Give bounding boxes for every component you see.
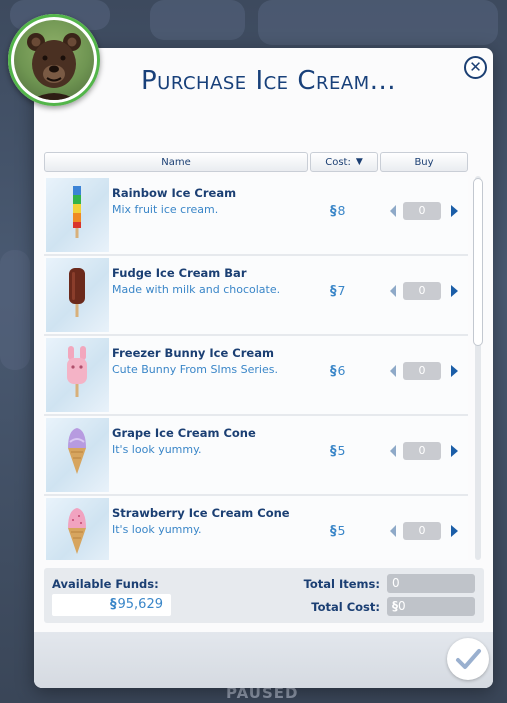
- bunny-popsicle-icon: [46, 338, 109, 412]
- column-header-name[interactable]: Name: [44, 152, 308, 172]
- decrease-quantity-button[interactable]: [390, 205, 396, 217]
- list-scrollbar[interactable]: [473, 176, 483, 560]
- item-name: Freezer Bunny Ice Cream: [112, 346, 274, 360]
- dialog-title: Purchase Ice Cream...: [141, 66, 396, 96]
- sort-down-icon: ▼: [355, 157, 363, 167]
- scroll-thumb[interactable]: [473, 178, 483, 346]
- item-name: Strawberry Ice Cream Cone: [112, 506, 290, 520]
- total-cost-label: Total Cost:: [311, 600, 380, 614]
- dialog-bottom-bar: [34, 632, 493, 688]
- quantity-field[interactable]: 0: [403, 442, 441, 460]
- bear-portrait-icon: [14, 20, 94, 100]
- item-price: §6: [330, 363, 345, 379]
- list-item[interactable]: Freezer Bunny Ice Cream Cute Bunny From …: [44, 336, 468, 416]
- list-item[interactable]: Grape Ice Cream Cone It's look yummy. §5…: [44, 416, 468, 496]
- column-cost-label: Cost:: [325, 156, 351, 168]
- total-cost-value: §0: [387, 597, 475, 616]
- checkmark-icon: [456, 649, 481, 669]
- item-price: §7: [330, 283, 345, 299]
- increase-quantity-button[interactable]: [451, 205, 458, 217]
- total-cost-amount: 0: [398, 599, 406, 613]
- item-description: Mix fruit ice cream.: [112, 203, 219, 216]
- item-name: Fudge Ice Cream Bar: [112, 266, 247, 280]
- column-name-label: Name: [161, 156, 191, 168]
- quantity-field[interactable]: 0: [403, 202, 441, 220]
- increase-quantity-button[interactable]: [451, 365, 458, 377]
- decrease-quantity-button[interactable]: [390, 285, 396, 297]
- increase-quantity-button[interactable]: [451, 285, 458, 297]
- quantity-field[interactable]: 0: [403, 282, 441, 300]
- close-icon: ✕: [469, 58, 482, 76]
- background-panel-center: [150, 0, 245, 40]
- increase-quantity-button[interactable]: [451, 445, 458, 457]
- column-header-buy[interactable]: Buy: [380, 152, 468, 172]
- simoleon-icon: §: [330, 284, 337, 299]
- column-buy-label: Buy: [414, 156, 434, 168]
- grape-cone-icon: [46, 418, 109, 492]
- column-header-cost[interactable]: Cost: ▼: [310, 152, 378, 172]
- item-price-value: 6: [337, 363, 346, 378]
- total-items-label: Total Items:: [303, 577, 380, 591]
- simoleon-icon: §: [110, 597, 117, 612]
- item-price: §5: [330, 443, 345, 459]
- item-list[interactable]: Rainbow Ice Cream Mix fruit ice cream. §…: [44, 176, 468, 560]
- item-description: Made with milk and chocolate.: [112, 283, 281, 296]
- item-name: Grape Ice Cream Cone: [112, 426, 256, 440]
- item-name: Rainbow Ice Cream: [112, 186, 237, 200]
- confirm-button[interactable]: [447, 638, 489, 680]
- totals-panel: Available Funds: §95,629 Total Items: 0 …: [44, 568, 484, 623]
- fudge-bar-icon: [46, 258, 109, 332]
- quantity-field[interactable]: 0: [403, 522, 441, 540]
- item-price: §5: [330, 523, 345, 539]
- background-panel-side: [0, 250, 30, 370]
- item-price-value: 5: [337, 443, 346, 458]
- item-price-value: 5: [337, 523, 346, 538]
- simoleon-icon: §: [330, 444, 337, 459]
- funds-amount: 95,629: [117, 597, 164, 612]
- simoleon-icon: §: [330, 524, 337, 539]
- item-price: §8: [330, 203, 345, 219]
- close-button[interactable]: ✕: [464, 56, 487, 79]
- background-panel-right: [258, 0, 498, 45]
- decrease-quantity-button[interactable]: [390, 365, 396, 377]
- item-price-value: 7: [337, 283, 346, 298]
- item-price-value: 8: [337, 203, 346, 218]
- item-description: It's look yummy.: [112, 443, 202, 456]
- item-description: It's look yummy.: [112, 523, 202, 536]
- available-funds-value: §95,629: [52, 594, 171, 616]
- list-item[interactable]: Rainbow Ice Cream Mix fruit ice cream. §…: [44, 176, 468, 256]
- strawberry-cone-icon: [46, 498, 109, 560]
- increase-quantity-button[interactable]: [451, 525, 458, 537]
- item-description: Cute Bunny From SIms Series.: [112, 363, 278, 376]
- avatar: [8, 14, 100, 106]
- rainbow-popsicle-icon: [46, 178, 109, 252]
- decrease-quantity-button[interactable]: [390, 445, 396, 457]
- quantity-field[interactable]: 0: [403, 362, 441, 380]
- simoleon-icon: §: [330, 364, 337, 379]
- purchase-dialog: Purchase Ice Cream... ✕ Name Cost: ▼ Buy: [34, 48, 493, 688]
- list-item[interactable]: Strawberry Ice Cream Cone It's look yumm…: [44, 496, 468, 560]
- decrease-quantity-button[interactable]: [390, 525, 396, 537]
- total-items-value: 0: [387, 574, 475, 593]
- list-item[interactable]: Fudge Ice Cream Bar Made with milk and c…: [44, 256, 468, 336]
- simoleon-icon: §: [330, 204, 337, 219]
- available-funds-label: Available Funds:: [52, 577, 159, 591]
